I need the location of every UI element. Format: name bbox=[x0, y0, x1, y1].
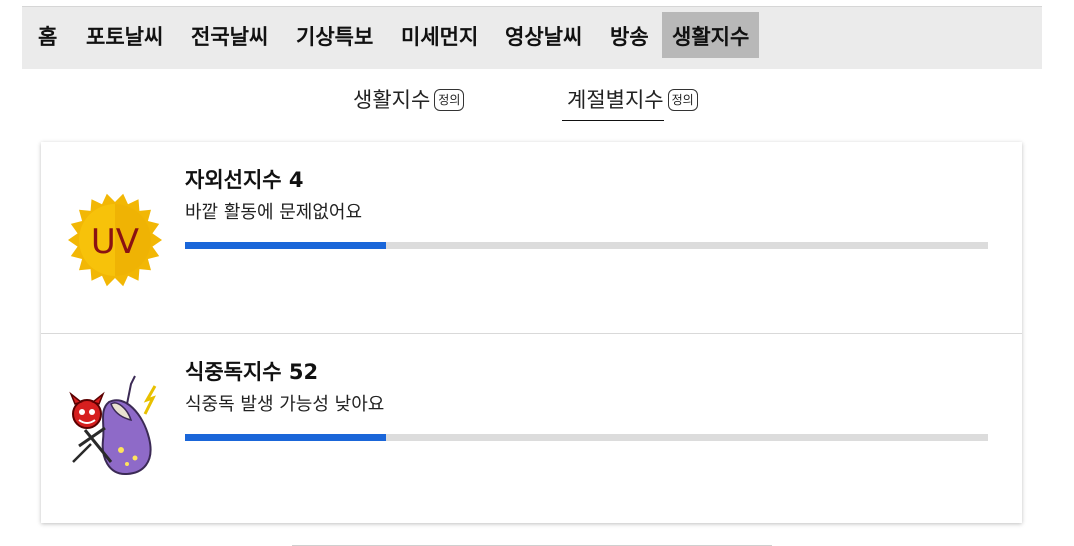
index-level-fill bbox=[185, 434, 386, 441]
index-row-food-poisoning[interactable]: 식중독지수 52 식중독 발생 가능성 낮아요 bbox=[41, 333, 1022, 524]
index-title: 식중독지수 52 bbox=[185, 360, 319, 384]
nav-home[interactable]: 홈 bbox=[38, 21, 57, 51]
uv-sun-icon: UV bbox=[65, 190, 165, 290]
index-row-uv[interactable]: UV 자외선지수 4 바깥 활동에 문제없어요 bbox=[41, 142, 1022, 332]
definition-button[interactable]: 정의 bbox=[434, 89, 465, 111]
food-poisoning-germ-icon bbox=[65, 374, 165, 476]
index-level-fill bbox=[185, 242, 386, 249]
subtab-seasonal-index[interactable]: 계절별지수 정의 bbox=[562, 84, 698, 122]
definition-button[interactable]: 정의 bbox=[667, 89, 698, 111]
subtab-label: 계절별지수 bbox=[562, 84, 664, 121]
nav-weather-warning[interactable]: 기상특보 bbox=[296, 21, 373, 51]
nav-video-weather[interactable]: 영상날씨 bbox=[505, 21, 582, 51]
nav-living-index[interactable]: 생활지수 bbox=[662, 12, 760, 58]
subtab-label: 생활지수 bbox=[353, 88, 431, 112]
top-navigation: 홈 포토날씨 전국날씨 기상특보 미세먼지 영상날씨 방송 생활지수 bbox=[22, 6, 1042, 69]
index-level-bar bbox=[185, 242, 988, 249]
subtab-living-index[interactable]: 생활지수 정의 bbox=[353, 84, 465, 122]
nav-national-weather[interactable]: 전국날씨 bbox=[191, 21, 268, 51]
nav-broadcast[interactable]: 방송 bbox=[610, 21, 649, 51]
nav-photo-weather[interactable]: 포토날씨 bbox=[86, 21, 163, 51]
index-description: 식중독 발생 가능성 낮아요 bbox=[185, 394, 385, 415]
index-card-list: UV 자외선지수 4 바깥 활동에 문제없어요 식중독지수 52 식중독 발생 … bbox=[41, 142, 1022, 523]
index-title: 자외선지수 4 bbox=[185, 168, 304, 192]
uv-icon-text: UV bbox=[91, 222, 139, 262]
index-description: 바깥 활동에 문제없어요 bbox=[185, 202, 363, 223]
index-level-bar bbox=[185, 434, 988, 441]
nav-fine-dust[interactable]: 미세먼지 bbox=[401, 21, 478, 51]
